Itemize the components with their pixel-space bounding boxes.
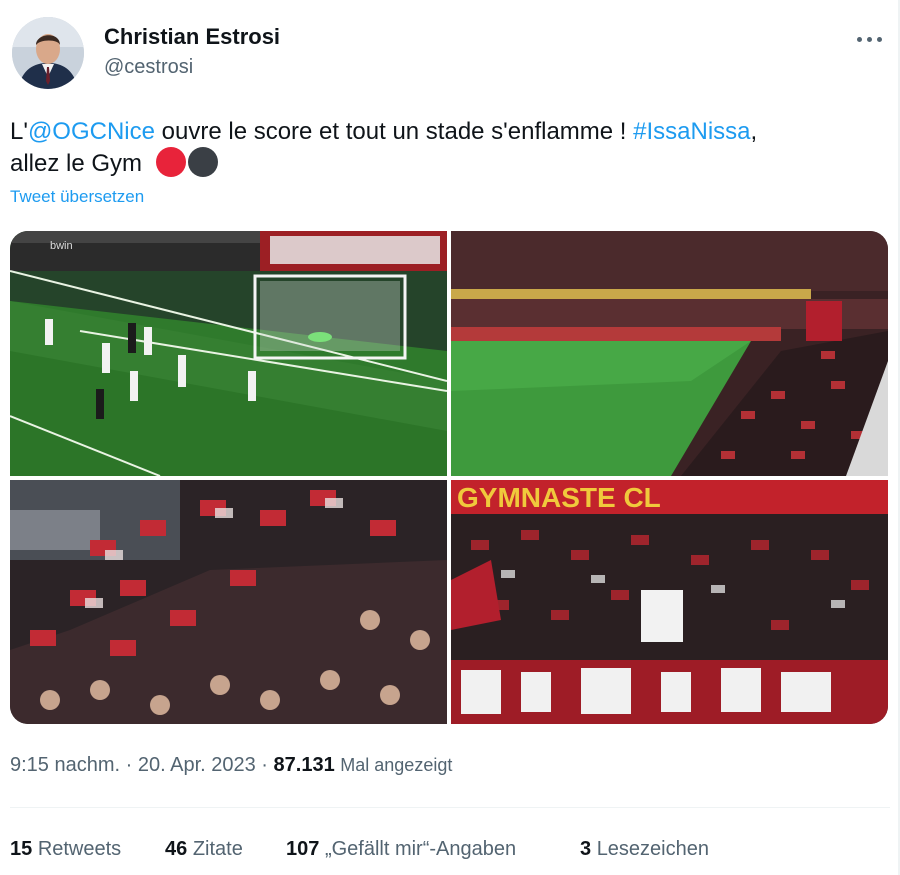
likes-stat[interactable]: 107 „Gefällt mir“-Angaben (286, 838, 516, 861)
text-prefix: L' (10, 118, 28, 145)
meta-separator: · (255, 754, 274, 776)
avatar[interactable] (12, 17, 84, 89)
bookmarks-label: Lesezeichen (596, 838, 709, 860)
mention-link[interactable]: @OGCNice (28, 118, 155, 145)
meta-separator: · (120, 754, 138, 776)
author-name[interactable]: Christian Estrosi (104, 24, 280, 50)
media-grid: bwin GYMNASTE CL (10, 231, 888, 724)
fan-stand-banner-photo[interactable]: GYMNASTE CL (451, 480, 888, 724)
tweet-time[interactable]: 9:15 nachm. (10, 754, 120, 776)
ad-board-text: bwin (50, 240, 73, 252)
more-icon (857, 37, 862, 42)
stadium-crowd-image (451, 231, 888, 476)
text-line-2: allez le Gym (10, 150, 143, 177)
fans-waving-flags-photo[interactable] (10, 480, 447, 724)
likes-label: „Gefällt mir“-Angaben (324, 838, 517, 860)
divider (10, 807, 890, 808)
quotes-label: Zitate (192, 838, 243, 860)
banner-text: GYMNASTE CL (457, 482, 661, 513)
tweet-date[interactable]: 20. Apr. 2023 (138, 754, 256, 776)
tweet-text: L'@OGCNice ouvre le score et tout un sta… (10, 116, 870, 179)
match-goal-photo[interactable]: bwin (10, 231, 447, 476)
avatar-photo (12, 17, 84, 89)
text-middle: ouvre le score et tout un stade s'enflam… (154, 118, 634, 145)
author-handle[interactable]: @cestrosi (104, 56, 193, 79)
more-icon (877, 37, 882, 42)
bookmarks-stat[interactable]: 3 Lesezeichen (580, 838, 709, 861)
tweet-meta: 9:15 nachm. · 20. Apr. 2023 · 87.131 Mal… (10, 754, 452, 777)
hashtag-link[interactable]: #IssaNissa (633, 118, 750, 145)
views-label: Mal angezeigt (340, 755, 453, 775)
black-circle-emoji (188, 147, 219, 177)
views-count: 87.131 (273, 754, 335, 776)
more-icon (867, 37, 872, 42)
more-options-button[interactable] (852, 20, 888, 56)
tweet-text-line-1: L'@OGCNice ouvre le score et tout un sta… (10, 116, 870, 147)
retweets-count: 15 (10, 838, 33, 860)
text-suffix: , (750, 118, 758, 145)
quotes-count: 46 (165, 838, 188, 860)
fans-flags-image (10, 480, 447, 724)
stadium-crowd-photo[interactable] (451, 231, 888, 476)
quotes-stat[interactable]: 46 Zitate (165, 838, 243, 861)
tweet-text-line-2: allez le Gym (10, 147, 870, 179)
retweets-label: Retweets (37, 838, 122, 860)
red-circle-emoji (156, 147, 187, 177)
match-goal-image: bwin (10, 231, 447, 476)
retweets-stat[interactable]: 15 Retweets (10, 838, 121, 861)
fan-stand-image: GYMNASTE CL (451, 480, 888, 724)
likes-count: 107 (286, 838, 320, 860)
bookmarks-count: 3 (580, 838, 592, 860)
translate-tweet-link[interactable]: Tweet übersetzen (10, 187, 144, 207)
tweet-card: Christian Estrosi @cestrosi L'@OGCNice o… (0, 0, 900, 875)
